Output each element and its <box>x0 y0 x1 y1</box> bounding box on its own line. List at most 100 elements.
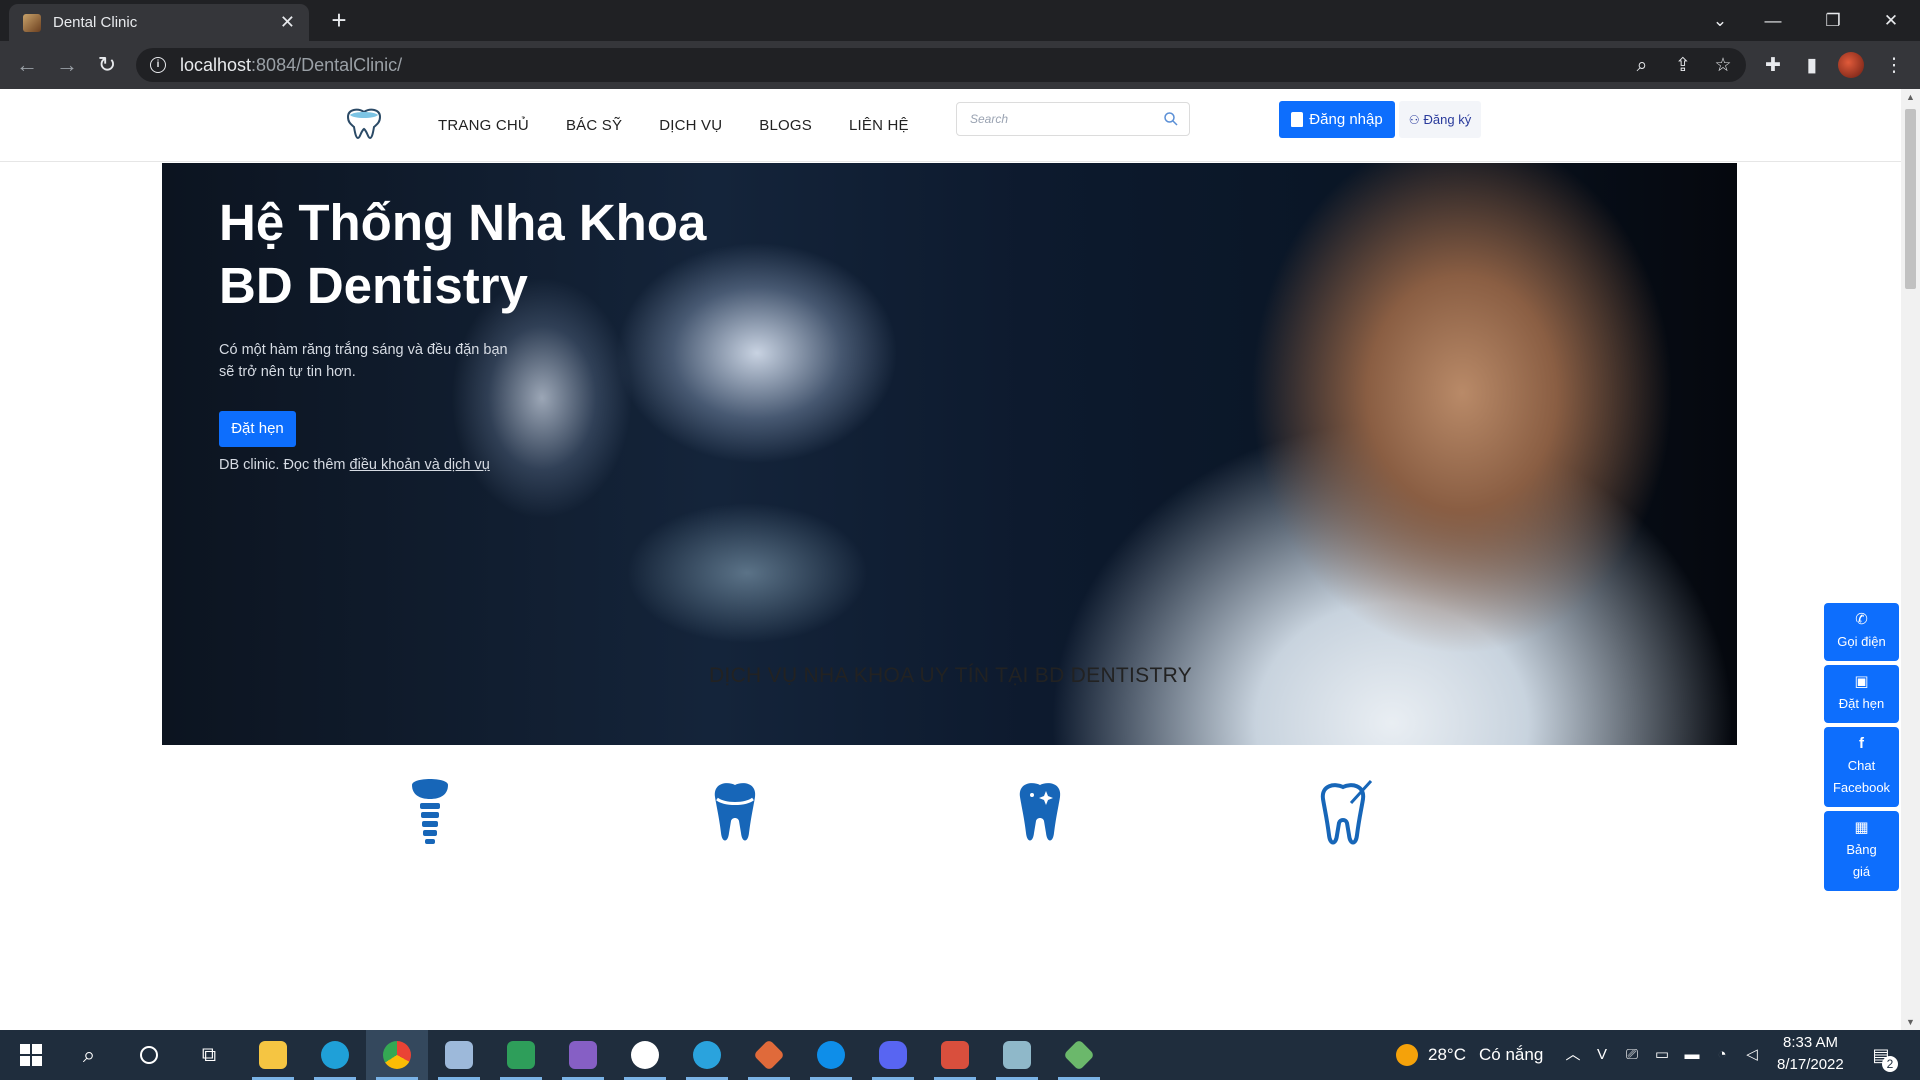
page-scrollbar[interactable]: ▲ ▼ <box>1901 89 1920 1030</box>
hero-title: Hệ Thống Nha Khoa BD Dentistry <box>219 191 819 317</box>
chrome-icon[interactable] <box>366 1030 428 1080</box>
dental-crown-icon <box>714 783 756 841</box>
browser-toolbar: ← → ↻ i localhost:8084/DentalClinic/ ⌕ ⇪… <box>0 41 1920 89</box>
services-heading: DỊCH VỤ NHA KHOA UY TÍN TẠI BD DENTISTRY <box>708 664 1193 687</box>
share-icon[interactable]: ⇪ <box>1672 56 1694 78</box>
call-button[interactable]: ✆ Gọi điện <box>1824 603 1899 661</box>
address-bar[interactable]: i localhost:8084/DentalClinic/ <box>136 48 1746 82</box>
notification-count-badge: 2 <box>1882 1056 1898 1072</box>
terms-text: DB clinic. Đọc thêm điều khoản và dịch v… <box>219 457 819 473</box>
telegram-icon[interactable] <box>676 1030 738 1080</box>
site-header: TRANG CHỦ BÁC SỸ DỊCH VỤ BLOGS LIÊN HỆ Đ… <box>0 89 1901 162</box>
register-button[interactable]: ⚇ Đăng ký <box>1399 101 1481 138</box>
side-panel-icon[interactable]: ▮ <box>1801 56 1823 78</box>
login-label: Đăng nhập <box>1309 111 1383 128</box>
tablet-icon[interactable]: ▭ <box>1652 1045 1672 1065</box>
table-icon: ▦ <box>1854 818 1869 836</box>
git-tool-icon[interactable] <box>738 1030 800 1080</box>
terms-link[interactable]: điều khoản và dịch vụ <box>350 457 490 473</box>
scroll-up-icon[interactable]: ▲ <box>1901 89 1920 105</box>
visual-studio-icon[interactable] <box>552 1030 614 1080</box>
browser-tab-bar: Dental Clinic ✕ + ⌄ — ❐ ✕ <box>0 0 1920 41</box>
hero-title-line-2: BD Dentistry <box>219 257 528 314</box>
user-icon <box>1291 112 1304 127</box>
page-viewport: TRANG CHỦ BÁC SỸ DỊCH VỤ BLOGS LIÊN HỆ Đ… <box>0 89 1901 1030</box>
new-tab-icon[interactable]: + <box>324 6 354 36</box>
minimize-icon[interactable]: — <box>1753 0 1793 41</box>
close-window-icon[interactable]: ✕ <box>1871 0 1911 41</box>
site-favicon-icon <box>23 13 41 32</box>
nav-contact[interactable]: LIÊN HỆ <box>849 117 909 134</box>
clock-date[interactable]: 8/17/2022 <box>1777 1056 1844 1073</box>
scrollbar-thumb[interactable] <box>1905 109 1916 289</box>
excel-tool-icon[interactable] <box>490 1030 552 1080</box>
appointment-button[interactable]: ▣ Đặt hẹn <box>1824 665 1899 723</box>
login-button[interactable]: Đăng nhập <box>1279 101 1395 138</box>
site-info-icon[interactable]: i <box>150 57 166 73</box>
vpn-icon[interactable]: V <box>1592 1045 1612 1065</box>
register-label: Đăng ký <box>1423 112 1472 127</box>
url-path: :8084/DentalClinic/ <box>251 54 403 75</box>
teamviewer-icon[interactable] <box>800 1030 862 1080</box>
close-tab-icon[interactable]: ✕ <box>280 12 295 33</box>
battery-icon[interactable]: ▬ <box>1682 1045 1702 1065</box>
dental-implant-icon <box>412 779 448 844</box>
whitening-tooth-icon <box>1019 783 1061 841</box>
browser-menu-icon[interactable]: ⋮ <box>1883 56 1905 78</box>
calendar-icon: ▣ <box>1854 672 1869 690</box>
start-icon[interactable] <box>0 1030 62 1080</box>
edge-icon[interactable] <box>304 1030 366 1080</box>
book-appointment-button[interactable]: Đặt hẹn <box>219 411 296 447</box>
chat-facebook-label: Chat Facebook <box>1832 757 1891 795</box>
extensions-icon[interactable]: ✚ <box>1762 56 1784 78</box>
hero-content: Hệ Thống Nha Khoa BD Dentistry Có một hà… <box>219 191 819 473</box>
bookmark-star-icon[interactable]: ☆ <box>1712 56 1734 78</box>
nav-services[interactable]: DỊCH VỤ <box>659 117 722 134</box>
cortana-icon[interactable] <box>118 1030 180 1080</box>
reload-icon[interactable]: ↻ <box>92 50 122 80</box>
nav-home[interactable]: TRANG CHỦ <box>438 117 529 134</box>
back-icon[interactable]: ← <box>12 50 42 80</box>
call-label: Gọi điện <box>1837 633 1886 649</box>
zoom-icon[interactable]: ⌕ <box>1631 56 1653 78</box>
forward-icon[interactable]: → <box>52 50 82 80</box>
weather-sun-icon[interactable] <box>1396 1044 1418 1066</box>
virtualbox-icon[interactable] <box>428 1030 490 1080</box>
browser-tab[interactable]: Dental Clinic ✕ <box>9 4 309 41</box>
remote-tool-icon[interactable] <box>924 1030 986 1080</box>
add-user-icon: ⚇ <box>1408 112 1420 127</box>
meet-now-icon[interactable]: ⎚ <box>1622 1045 1642 1065</box>
chat-facebook-button[interactable]: f Chat Facebook <box>1824 727 1899 807</box>
price-list-label: Bảng giá <box>1846 841 1877 879</box>
scroll-down-icon[interactable]: ▼ <box>1901 1014 1920 1030</box>
task-view-icon[interactable]: ⧉ <box>178 1030 240 1080</box>
tab-search-icon[interactable]: ⌄ <box>1700 0 1740 41</box>
search-input[interactable] <box>957 103 1147 135</box>
clock-time[interactable]: 8:33 AM <box>1783 1034 1838 1051</box>
restore-icon[interactable]: ❐ <box>1813 0 1853 41</box>
clinic-logo-icon[interactable] <box>344 105 384 141</box>
facebook-icon: f <box>1859 734 1864 752</box>
search-icon[interactable] <box>1163 111 1179 127</box>
appointment-label: Đặt hẹn <box>1838 695 1885 711</box>
weather-temperature[interactable]: 28°C <box>1428 1045 1466 1065</box>
discord-icon[interactable] <box>862 1030 924 1080</box>
show-hidden-icons-icon[interactable]: ︿ <box>1563 1045 1583 1065</box>
hero-subtitle: Có một hàm răng trắng sáng và đều đặn bạ… <box>219 342 508 380</box>
tab-title: Dental Clinic <box>53 14 138 31</box>
file-explorer-icon[interactable] <box>242 1030 304 1080</box>
price-list-button[interactable]: ▦ Bảng giá <box>1824 811 1899 891</box>
nav-doctors[interactable]: BÁC SỸ <box>566 117 622 134</box>
main-nav: TRANG CHỦ BÁC SỸ DỊCH VỤ BLOGS LIÊN HỆ <box>438 89 946 162</box>
notes-app-icon[interactable] <box>986 1030 1048 1080</box>
weather-condition[interactable]: Có nắng <box>1479 1045 1543 1065</box>
url-host: localhost <box>180 54 252 75</box>
volume-icon[interactable]: ◁ <box>1742 1045 1762 1065</box>
hero-banner: Hệ Thống Nha Khoa BD Dentistry Có một hà… <box>162 163 1737 745</box>
wifi-icon[interactable]: ◔ <box>1712 1045 1732 1065</box>
git-client-icon[interactable] <box>1048 1030 1110 1080</box>
nav-blogs[interactable]: BLOGS <box>759 117 812 134</box>
search-taskbar-icon[interactable]: ⌕ <box>58 1030 120 1080</box>
zalo-icon[interactable] <box>614 1030 676 1080</box>
profile-avatar[interactable] <box>1838 52 1864 78</box>
